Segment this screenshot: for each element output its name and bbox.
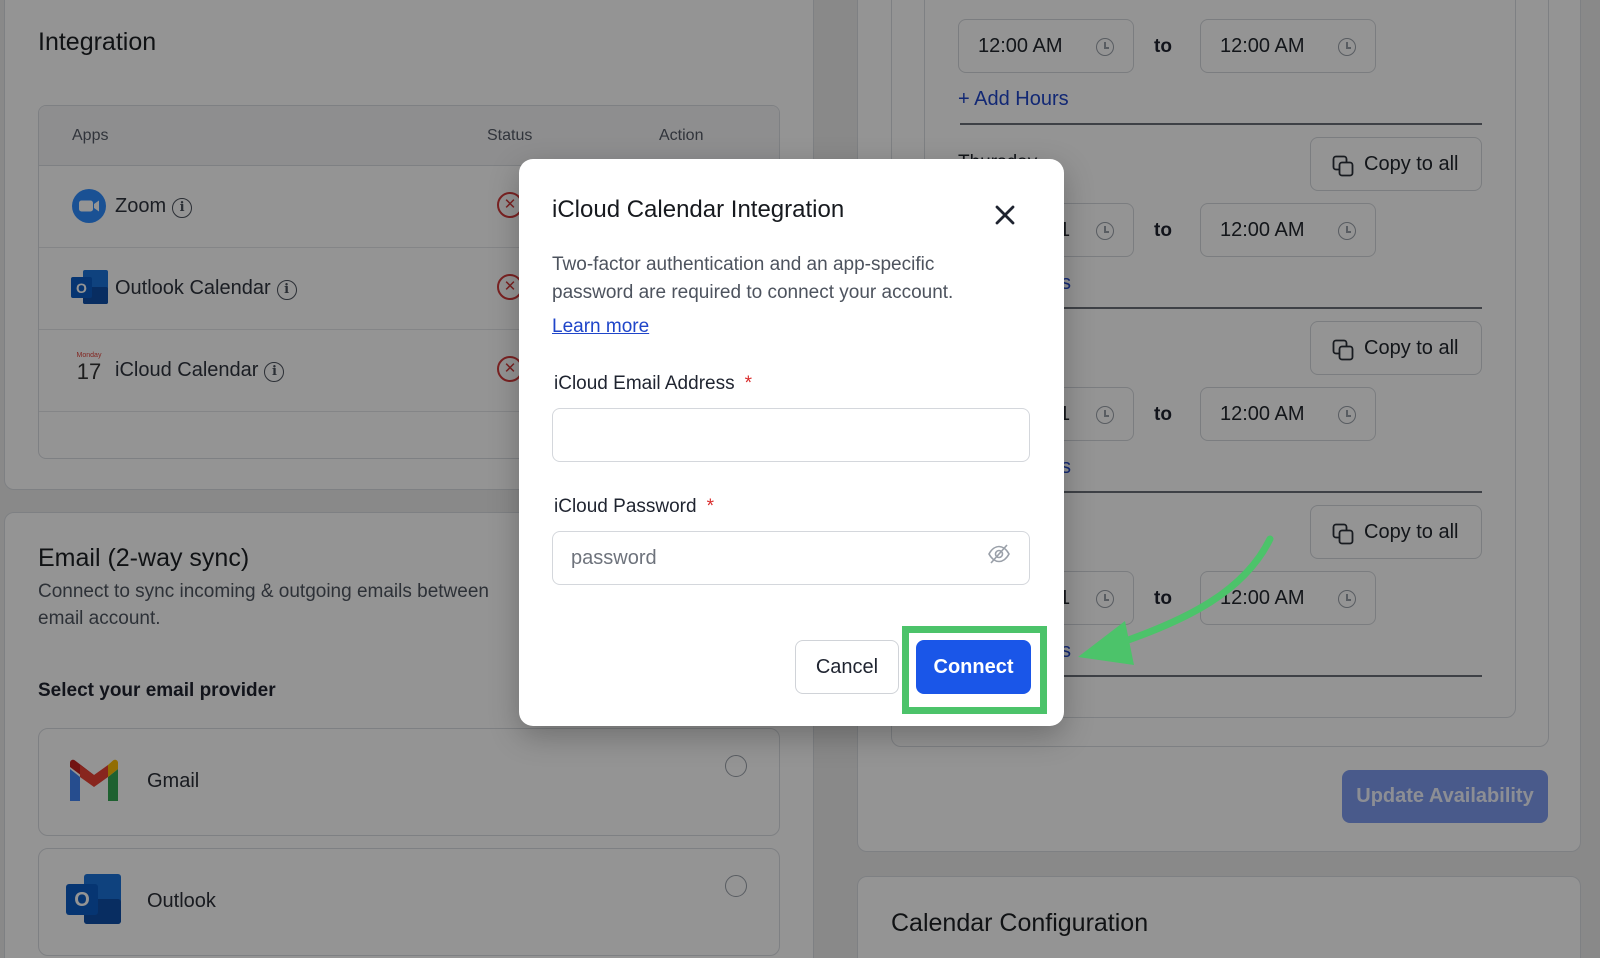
required-mark: * — [744, 373, 752, 394]
email-field-label: iCloud Email Address * — [554, 373, 752, 395]
password-label-text: iCloud Password — [554, 496, 697, 517]
icloud-email-input[interactable] — [552, 408, 1030, 462]
connect-highlight-box — [902, 626, 1047, 714]
modal-title: iCloud Calendar Integration — [552, 196, 845, 223]
icloud-password-input[interactable] — [552, 531, 1030, 585]
required-mark: * — [706, 496, 714, 517]
pointer-arrow-icon — [1078, 535, 1274, 665]
password-field-label: iCloud Password * — [554, 496, 714, 518]
learn-more-link[interactable]: Learn more — [552, 316, 649, 338]
cancel-button[interactable]: Cancel — [795, 640, 899, 694]
close-icon[interactable] — [992, 202, 1018, 228]
eye-off-icon[interactable] — [987, 543, 1011, 565]
modal-description: Two-factor authentication and an app-spe… — [552, 254, 954, 303]
email-label-text: iCloud Email Address — [554, 373, 735, 394]
